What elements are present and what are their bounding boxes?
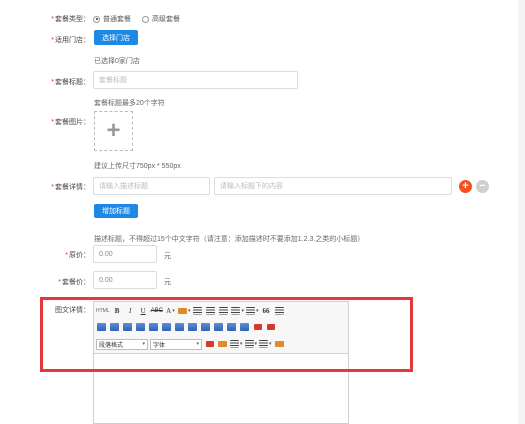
stores-label: *适用门店：: [51, 37, 90, 44]
plus-icon: +: [462, 180, 469, 192]
radio-unchecked-icon: [142, 15, 149, 23]
original-price-label: *原价：: [65, 252, 90, 259]
radio-normal-label: 普通套餐: [103, 16, 131, 23]
selected-stores-text: 已选择0家门店: [94, 58, 140, 65]
add-title-button[interactable]: 增加标题: [94, 204, 138, 218]
original-price-input[interactable]: 0.00: [93, 245, 157, 263]
image-upload-box[interactable]: +: [94, 111, 133, 151]
detail-title-input[interactable]: 请输入描述标题: [93, 177, 210, 195]
radio-normal-package[interactable]: 普通套餐: [93, 14, 131, 24]
radio-checked-icon: [93, 15, 100, 23]
package-price-unit: 元: [164, 279, 171, 286]
package-form-page: *套餐类型： 普通套餐 高级套餐 *适用门店： 选择门店 已选择0家门店 *套餐…: [0, 0, 518, 424]
package-type-label: *套餐类型：: [51, 16, 90, 23]
package-price-input[interactable]: 0.00: [93, 271, 157, 289]
plus-icon: +: [106, 117, 121, 144]
minus-icon: −: [479, 180, 486, 192]
image-label: *套餐图片：: [51, 119, 90, 126]
add-detail-button[interactable]: +: [459, 180, 472, 193]
radio-premium-package[interactable]: 高级套餐: [142, 14, 180, 24]
title-input[interactable]: 套餐标题: [93, 71, 298, 89]
title-hint: 套餐标题最多20个字符: [94, 100, 165, 107]
details-label: *套餐详情：: [51, 184, 90, 191]
radio-premium-label: 高级套餐: [152, 16, 180, 23]
package-price-label: *套餐价：: [58, 279, 90, 286]
title-label: *套餐标题：: [51, 79, 90, 86]
original-price-unit: 元: [164, 253, 171, 260]
details-hint: 描述标题，不得超过15个中文字符（请注意：添加描述时不要添加1.2.3.之类的小…: [94, 236, 365, 243]
detail-content-input[interactable]: 请输入标题下的内容: [214, 177, 452, 195]
remove-detail-button[interactable]: −: [476, 180, 489, 193]
image-hint: 建议上传尺寸750px * 550px: [94, 163, 181, 170]
select-store-button[interactable]: 选择门店: [94, 30, 138, 45]
highlight-annotation-frame: [40, 297, 413, 372]
